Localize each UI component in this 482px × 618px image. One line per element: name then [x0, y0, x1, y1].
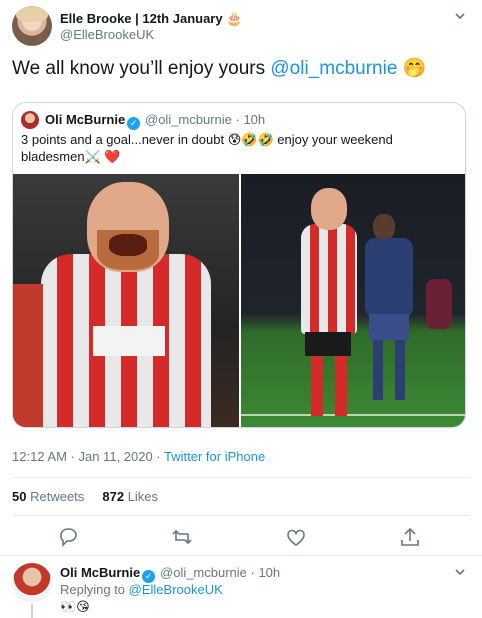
retweets-label[interactable]: Retweets	[30, 489, 84, 504]
source-link[interactable]: Twitter for iPhone	[164, 449, 265, 464]
likes-count[interactable]: 872	[102, 489, 124, 504]
author-name[interactable]: Elle Brooke | 12th January 🎂	[60, 11, 242, 27]
tweet-text-body: We all know you’ll enjoy yours	[12, 58, 271, 79]
divider	[0, 555, 482, 556]
tweet-text: We all know you’ll enjoy yours @oli_mcbu…	[12, 56, 426, 81]
reply-author-name[interactable]: Oli McBurnie ✓	[60, 565, 156, 583]
avatar[interactable]	[12, 6, 52, 46]
chevron-down-icon[interactable]	[454, 566, 466, 578]
reply-text: 👀😘	[60, 599, 90, 614]
retweets-count[interactable]: 50	[12, 489, 26, 504]
tweet-timestamp: 12:12 AM · Jan 11, 2020 · Twitter for iP…	[12, 449, 265, 464]
quoted-tweet[interactable]: Oli McBurnie ✓ @oli_mcburnie · 10h 3 poin…	[12, 102, 466, 428]
share-icon[interactable]	[399, 526, 421, 548]
reply-author-label[interactable]: Oli McBurnie	[60, 565, 140, 580]
likes-label[interactable]: Likes	[128, 489, 158, 504]
quoted-author-name: Oli McBurnie ✓	[45, 112, 141, 130]
verified-icon: ✓	[127, 117, 141, 130]
reply-meta[interactable]: @oli_mcburnie · 10h	[160, 565, 280, 580]
quoted-text: 3 points and a goal...never in doubt 😰🤣🤣…	[21, 132, 393, 164]
quoted-author-label: Oli McBurnie	[45, 112, 126, 127]
chevron-down-icon[interactable]	[454, 10, 466, 22]
divider	[12, 515, 470, 516]
mention-link[interactable]: @oli_mcburnie	[270, 58, 397, 79]
replying-prefix: Replying to	[60, 582, 129, 597]
photo-match-action[interactable]	[241, 174, 465, 427]
tweet-emoji: 🤭	[402, 57, 427, 79]
photo-celebration[interactable]	[13, 174, 239, 427]
avatar	[21, 111, 39, 129]
replying-to-link[interactable]: @ElleBrookeUK	[129, 582, 223, 597]
tweet-stats: 50 Retweets 872 Likes	[12, 489, 158, 504]
avatar[interactable]	[12, 563, 52, 603]
timestamp-text[interactable]: 12:12 AM · Jan 11, 2020 ·	[12, 449, 164, 464]
heart-icon[interactable]	[285, 526, 307, 548]
thread-line	[31, 604, 33, 618]
author-handle[interactable]: @ElleBrookeUK	[60, 27, 154, 42]
retweet-icon[interactable]	[171, 526, 193, 548]
quoted-meta: @oli_mcburnie · 10h	[145, 112, 266, 127]
divider	[12, 477, 470, 478]
tweet-actions	[0, 526, 482, 550]
replying-to: Replying to @ElleBrookeUK	[60, 582, 223, 597]
reply-icon[interactable]	[57, 526, 79, 548]
